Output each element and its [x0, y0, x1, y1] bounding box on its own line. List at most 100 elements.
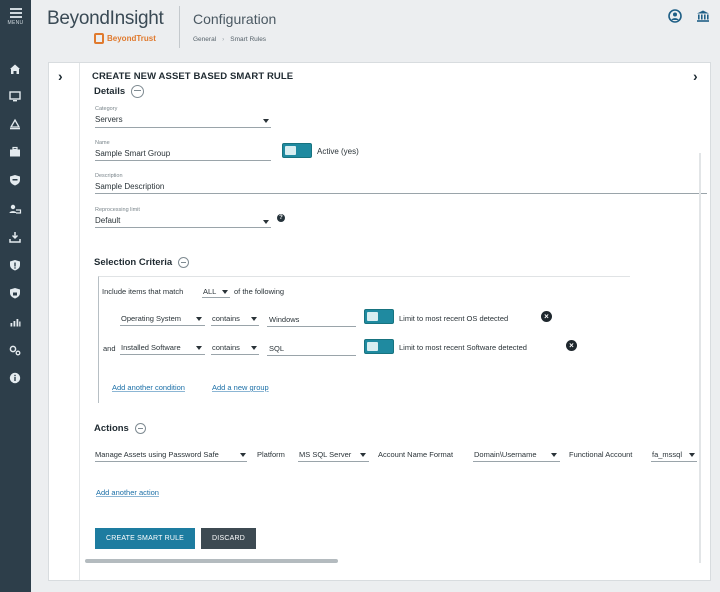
platform-select[interactable]: MS SQL Server [299, 450, 351, 459]
account-format-select[interactable]: Domain\Username [474, 450, 537, 459]
row-1-value-underline [267, 326, 356, 327]
selection-criteria-heading: Selection Criteria [94, 257, 190, 268]
account-format-label: Account Name Format [378, 450, 454, 459]
brand-logo-text[interactable]: BeyondInsight [47, 8, 164, 30]
shield-icon[interactable] [8, 173, 23, 187]
details-heading-label: Details [94, 86, 126, 97]
add-group-link[interactable]: Add a new group [212, 383, 269, 392]
beyondtrust-logo-icon [94, 33, 104, 44]
details-heading: Details [94, 85, 145, 98]
smart-rule-card: › › CREATE NEW ASSET BASED SMART RULE De… [48, 62, 711, 581]
row-2-operator-chevron-down-icon[interactable] [251, 346, 257, 350]
reprocessing-select[interactable]: Default [95, 216, 120, 225]
action-underline [95, 461, 247, 462]
cloud-user-icon[interactable] [8, 202, 23, 216]
reprocessing-chevron-down-icon[interactable] [263, 220, 269, 224]
institution-icon[interactable] [696, 9, 710, 23]
action-chevron-down-icon[interactable] [240, 453, 246, 457]
row-1-operator-chevron-down-icon[interactable] [251, 317, 257, 321]
criteria-row-1-field[interactable]: Operating System [121, 314, 181, 323]
description-field[interactable]: Sample Description [95, 182, 164, 191]
shield-alert-icon[interactable] [8, 258, 23, 272]
active-toggle-knob [285, 146, 296, 155]
create-smart-rule-button[interactable]: CREATE SMART RULE [95, 528, 195, 549]
platform-chevron-down-icon[interactable] [360, 453, 366, 457]
row-2-value-underline [267, 355, 356, 356]
criteria-row-1-operator[interactable]: contains [212, 314, 240, 323]
settings-icon[interactable] [8, 343, 23, 357]
scan-icon[interactable] [8, 117, 23, 131]
shield-lock-icon[interactable] [8, 286, 23, 300]
bar-chart-icon[interactable] [8, 315, 23, 329]
discard-button[interactable]: DISCARD [201, 528, 256, 549]
account-format-chevron-down-icon[interactable] [551, 453, 557, 457]
reprocessing-underline [95, 227, 271, 228]
info-icon[interactable] [8, 371, 23, 385]
row-1-limit-toggle[interactable] [364, 309, 394, 324]
header-divider [179, 6, 180, 48]
collapse-details-icon[interactable] [131, 85, 145, 98]
add-condition-link[interactable]: Add another condition [112, 383, 185, 392]
functional-account-chevron-down-icon[interactable] [689, 453, 695, 457]
action-select[interactable]: Manage Assets using Password Safe [95, 450, 219, 459]
row-1-limit-toggle-knob [367, 312, 378, 321]
row-2-limit-toggle[interactable] [364, 339, 394, 354]
breadcrumb-general[interactable]: General [193, 36, 216, 43]
page-title: CREATE NEW ASSET BASED SMART RULE [92, 71, 294, 82]
remove-row-2-close-icon[interactable]: × [566, 340, 577, 351]
match-select[interactable]: ALL [203, 287, 216, 296]
horizontal-scrollbar[interactable] [85, 559, 338, 563]
account-format-underline [473, 461, 560, 462]
menu-label: MENU [7, 20, 24, 26]
menu-button[interactable]: MENU [0, 8, 31, 26]
category-chevron-down-icon[interactable] [263, 119, 269, 123]
user-account-icon[interactable] [668, 9, 682, 23]
category-underline [95, 127, 271, 128]
criteria-row-2-operator[interactable]: contains [212, 343, 240, 352]
collapse-criteria-icon[interactable] [178, 257, 190, 268]
platform-label: Platform [257, 450, 285, 459]
name-label: Name [95, 140, 110, 146]
collapse-actions-icon[interactable] [134, 423, 146, 434]
breadcrumb-smart-rules[interactable]: Smart Rules [230, 36, 266, 43]
row-1-field-underline [120, 325, 205, 326]
criteria-row-1-value[interactable]: Windows [269, 315, 299, 324]
download-icon[interactable] [8, 230, 23, 244]
header-icons [668, 9, 710, 23]
row-2-field-underline [120, 354, 205, 355]
add-action-link[interactable]: Add another action [96, 488, 159, 497]
breadcrumb-separator: › [222, 36, 225, 43]
functional-account-underline [651, 461, 697, 462]
category-label: Category [95, 106, 118, 112]
row-1-operator-underline [211, 325, 259, 326]
row-2-limit-label: Limit to most recent Software detected [399, 343, 527, 352]
sub-brand: BeyondTrust [94, 33, 156, 44]
briefcase-icon[interactable] [8, 145, 23, 159]
monitor-icon[interactable] [8, 89, 23, 103]
active-label: Active (yes) [317, 147, 359, 156]
match-underline [202, 297, 230, 298]
breadcrumb: General › Smart Rules [193, 36, 266, 43]
include-suffix: of the following [234, 287, 285, 296]
functional-account-label: Functional Account [569, 450, 633, 459]
home-icon[interactable] [8, 62, 23, 76]
criteria-row-2-field[interactable]: Installed Software [121, 343, 181, 352]
category-select[interactable]: Servers [95, 115, 123, 124]
remove-row-1-close-icon[interactable]: × [541, 311, 552, 322]
actions-heading: Actions [94, 423, 146, 434]
row-2-limit-toggle-knob [367, 342, 378, 351]
actions-heading-label: Actions [94, 423, 129, 434]
expand-right-chevron-icon[interactable]: › [693, 68, 698, 84]
row-1-field-chevron-down-icon[interactable] [196, 317, 202, 321]
row-2-field-chevron-down-icon[interactable] [196, 346, 202, 350]
active-toggle[interactable] [282, 143, 312, 158]
criteria-row-2-value[interactable]: SQL [269, 344, 284, 353]
help-icon[interactable]: ? [277, 214, 285, 222]
sub-brand-label: BeyondTrust [107, 34, 156, 43]
expand-left-chevron-icon[interactable]: › [58, 68, 63, 84]
functional-account-select[interactable]: fa_mssql [652, 450, 682, 459]
match-chevron-down-icon[interactable] [222, 290, 228, 294]
row-1-limit-label: Limit to most recent OS detected [399, 314, 509, 323]
description-underline [95, 193, 707, 194]
name-field[interactable]: Sample Smart Group [95, 149, 170, 158]
